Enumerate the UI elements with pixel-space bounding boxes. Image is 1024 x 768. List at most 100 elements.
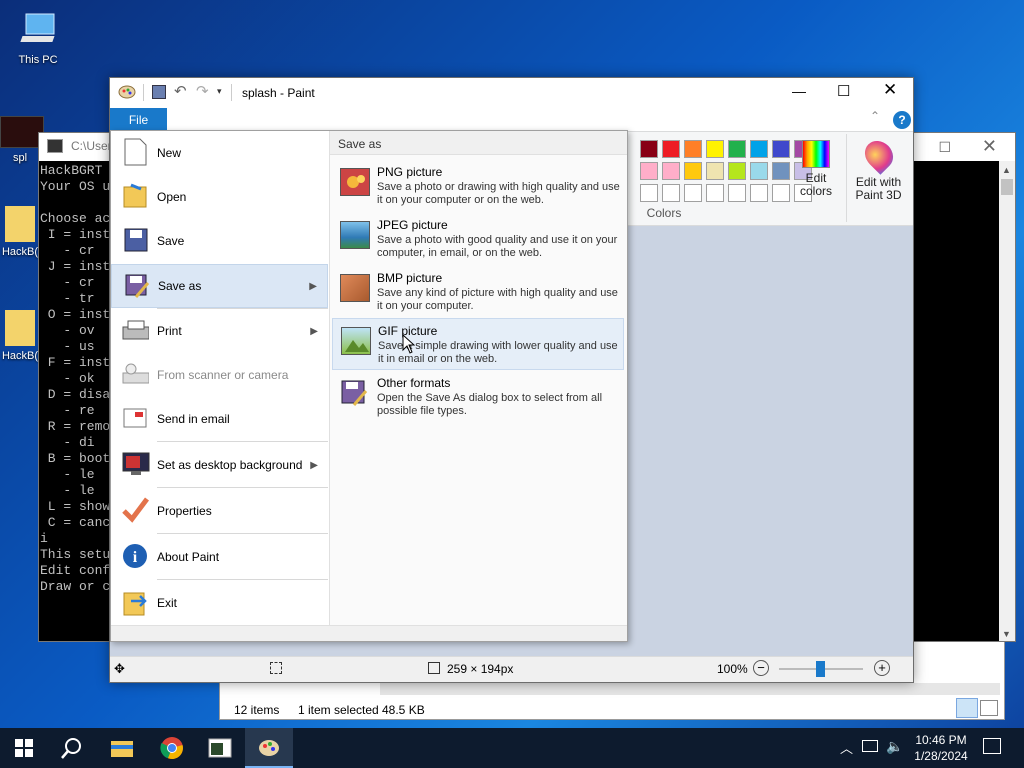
color-swatch-empty[interactable] — [772, 184, 790, 202]
option-title: BMP picture — [377, 271, 443, 285]
search-button[interactable] — [48, 728, 96, 768]
email-icon — [121, 403, 149, 433]
clock[interactable]: 10:46 PM 1/28/2024 — [908, 732, 974, 764]
color-swatch[interactable] — [728, 140, 746, 158]
quick-access-dropdown-icon[interactable]: ▾ — [217, 86, 222, 97]
color-swatch[interactable] — [706, 140, 724, 158]
color-swatch[interactable] — [728, 162, 746, 180]
color-swatch-empty[interactable] — [640, 184, 658, 202]
new-document-icon — [121, 137, 149, 167]
color-swatch[interactable] — [662, 162, 680, 180]
menu-item-set-as-desktop-background[interactable]: Set as desktop background ▶ — [111, 443, 328, 487]
maximize-button[interactable]: ☐ — [837, 82, 850, 100]
color-swatch[interactable] — [684, 140, 702, 158]
undo-icon[interactable]: ↶ — [174, 82, 187, 100]
color-swatch[interactable] — [772, 162, 790, 180]
save-as-bmp[interactable]: BMP picture Save any kind of picture wit… — [332, 266, 624, 316]
details-view-button[interactable] — [956, 698, 978, 718]
file-menu: New Open Save Save as ▶ Print ▶ From sca… — [110, 130, 628, 642]
console-scrollbar[interactable]: ▲ ▼ — [999, 161, 1015, 641]
colors-group-label: Colors — [646, 206, 682, 220]
color-swatch[interactable] — [684, 162, 702, 180]
tab-file[interactable]: File — [110, 108, 167, 132]
option-description: Save a photo or drawing with high qualit… — [377, 181, 620, 206]
taskbar-paint[interactable] — [245, 728, 293, 768]
desktop-icon-splash[interactable]: spl — [0, 116, 44, 164]
file-menu-footer — [111, 625, 627, 641]
notifications-icon[interactable] — [983, 738, 1001, 754]
start-button[interactable] — [0, 728, 48, 768]
printer-icon — [121, 315, 150, 345]
edit-with-paint-3d-label: Edit with Paint 3D — [855, 175, 902, 202]
desktop-icon-hackbgrt-2[interactable]: HackB( — [0, 310, 40, 362]
save-as-png[interactable]: PNG picture Save a photo or drawing with… — [332, 160, 624, 210]
color-swatch[interactable] — [750, 140, 768, 158]
large-icons-view-button[interactable] — [980, 700, 998, 716]
desktop-icon-this-pc[interactable]: This PC — [8, 10, 68, 66]
close-button[interactable]: ✕ — [883, 80, 897, 100]
folder-icon — [5, 310, 35, 346]
menu-item-new[interactable]: New — [111, 131, 328, 175]
save-as-submenu: Save as PNG picture Save a photo or draw… — [329, 131, 627, 625]
edit-colors-button[interactable]: Edit colors — [796, 140, 836, 198]
color-swatch[interactable] — [772, 140, 790, 158]
explorer-selected-size: 48.5 KB — [382, 703, 425, 717]
zoom-slider-thumb[interactable] — [816, 661, 825, 677]
menu-item-label: New — [157, 146, 182, 160]
save-as-other-formats[interactable]: Other formats Open the Save As dialog bo… — [332, 371, 624, 421]
help-icon[interactable]: ? — [893, 111, 911, 129]
color-swatch-empty[interactable] — [706, 184, 724, 202]
color-swatch[interactable] — [640, 140, 658, 158]
menu-item-save-as[interactable]: Save as ▶ — [111, 264, 328, 308]
zoom-out-button[interactable]: − — [753, 660, 769, 676]
desktop-icon-hackbgrt-1[interactable]: HackB( — [0, 206, 40, 258]
color-swatch[interactable] — [706, 162, 724, 180]
save-as-gif[interactable]: GIF picture Save a simple drawing with l… — [332, 318, 624, 370]
menu-item-from-scanner[interactable]: From scanner or camera — [111, 353, 328, 397]
show-hidden-icons[interactable]: ︿ — [840, 738, 853, 757]
color-swatch-empty[interactable] — [662, 184, 680, 202]
cursor-position-icon: ✥ — [114, 661, 125, 676]
menu-item-exit[interactable]: Exit — [111, 581, 328, 625]
desktop-icon-label: This PC — [18, 54, 58, 66]
color-swatch-empty[interactable] — [684, 184, 702, 202]
volume-muted-icon[interactable]: 🔈 — [886, 738, 903, 755]
option-title: Other formats — [377, 376, 451, 390]
edit-with-paint-3d-button[interactable]: Edit with Paint 3D — [846, 134, 910, 222]
menu-item-about-paint[interactable]: i About Paint — [111, 535, 328, 579]
save-icon — [121, 225, 149, 255]
menu-item-print[interactable]: Print ▶ — [111, 309, 328, 353]
color-swatch-empty[interactable] — [728, 184, 746, 202]
maximize-button[interactable]: ☐ — [938, 139, 951, 156]
exit-icon — [121, 587, 149, 617]
menu-item-open[interactable]: Open — [111, 175, 328, 219]
status-bar: ✥ 259 × 194px 100% − + — [110, 656, 913, 682]
window-title: splash - Paint — [242, 86, 315, 100]
menu-item-label: Set as desktop background — [157, 458, 303, 472]
color-swatch[interactable] — [640, 162, 658, 180]
console-icon — [47, 139, 63, 153]
menu-item-save[interactable]: Save — [111, 219, 328, 263]
network-icon[interactable] — [862, 740, 878, 752]
menu-item-properties[interactable]: Properties — [111, 489, 328, 533]
paint-icon — [259, 740, 279, 756]
taskbar-console[interactable] — [196, 728, 244, 768]
image-size: 259 × 194px — [447, 662, 514, 676]
color-swatch[interactable] — [750, 162, 768, 180]
mouse-cursor-icon — [402, 334, 416, 354]
minimize-button[interactable]: — — [792, 83, 806, 99]
close-button[interactable]: ✕ — [982, 136, 997, 157]
taskbar-chrome[interactable] — [148, 728, 196, 768]
redo-icon[interactable]: ↷ — [196, 82, 209, 100]
image-size-icon — [428, 662, 440, 674]
color-swatch-empty[interactable] — [750, 184, 768, 202]
zoom-in-button[interactable]: + — [874, 660, 890, 676]
save-icon[interactable] — [152, 85, 166, 99]
horizontal-scrollbar[interactable] — [380, 683, 1000, 695]
menu-item-send-in-email[interactable]: Send in email — [111, 397, 328, 441]
taskbar-file-explorer[interactable] — [98, 728, 146, 768]
color-swatch[interactable] — [662, 140, 680, 158]
collapse-ribbon-icon[interactable]: ⌃ — [870, 109, 880, 123]
save-as-icon — [122, 271, 150, 301]
save-as-jpeg[interactable]: JPEG picture Save a photo with good qual… — [332, 213, 624, 263]
